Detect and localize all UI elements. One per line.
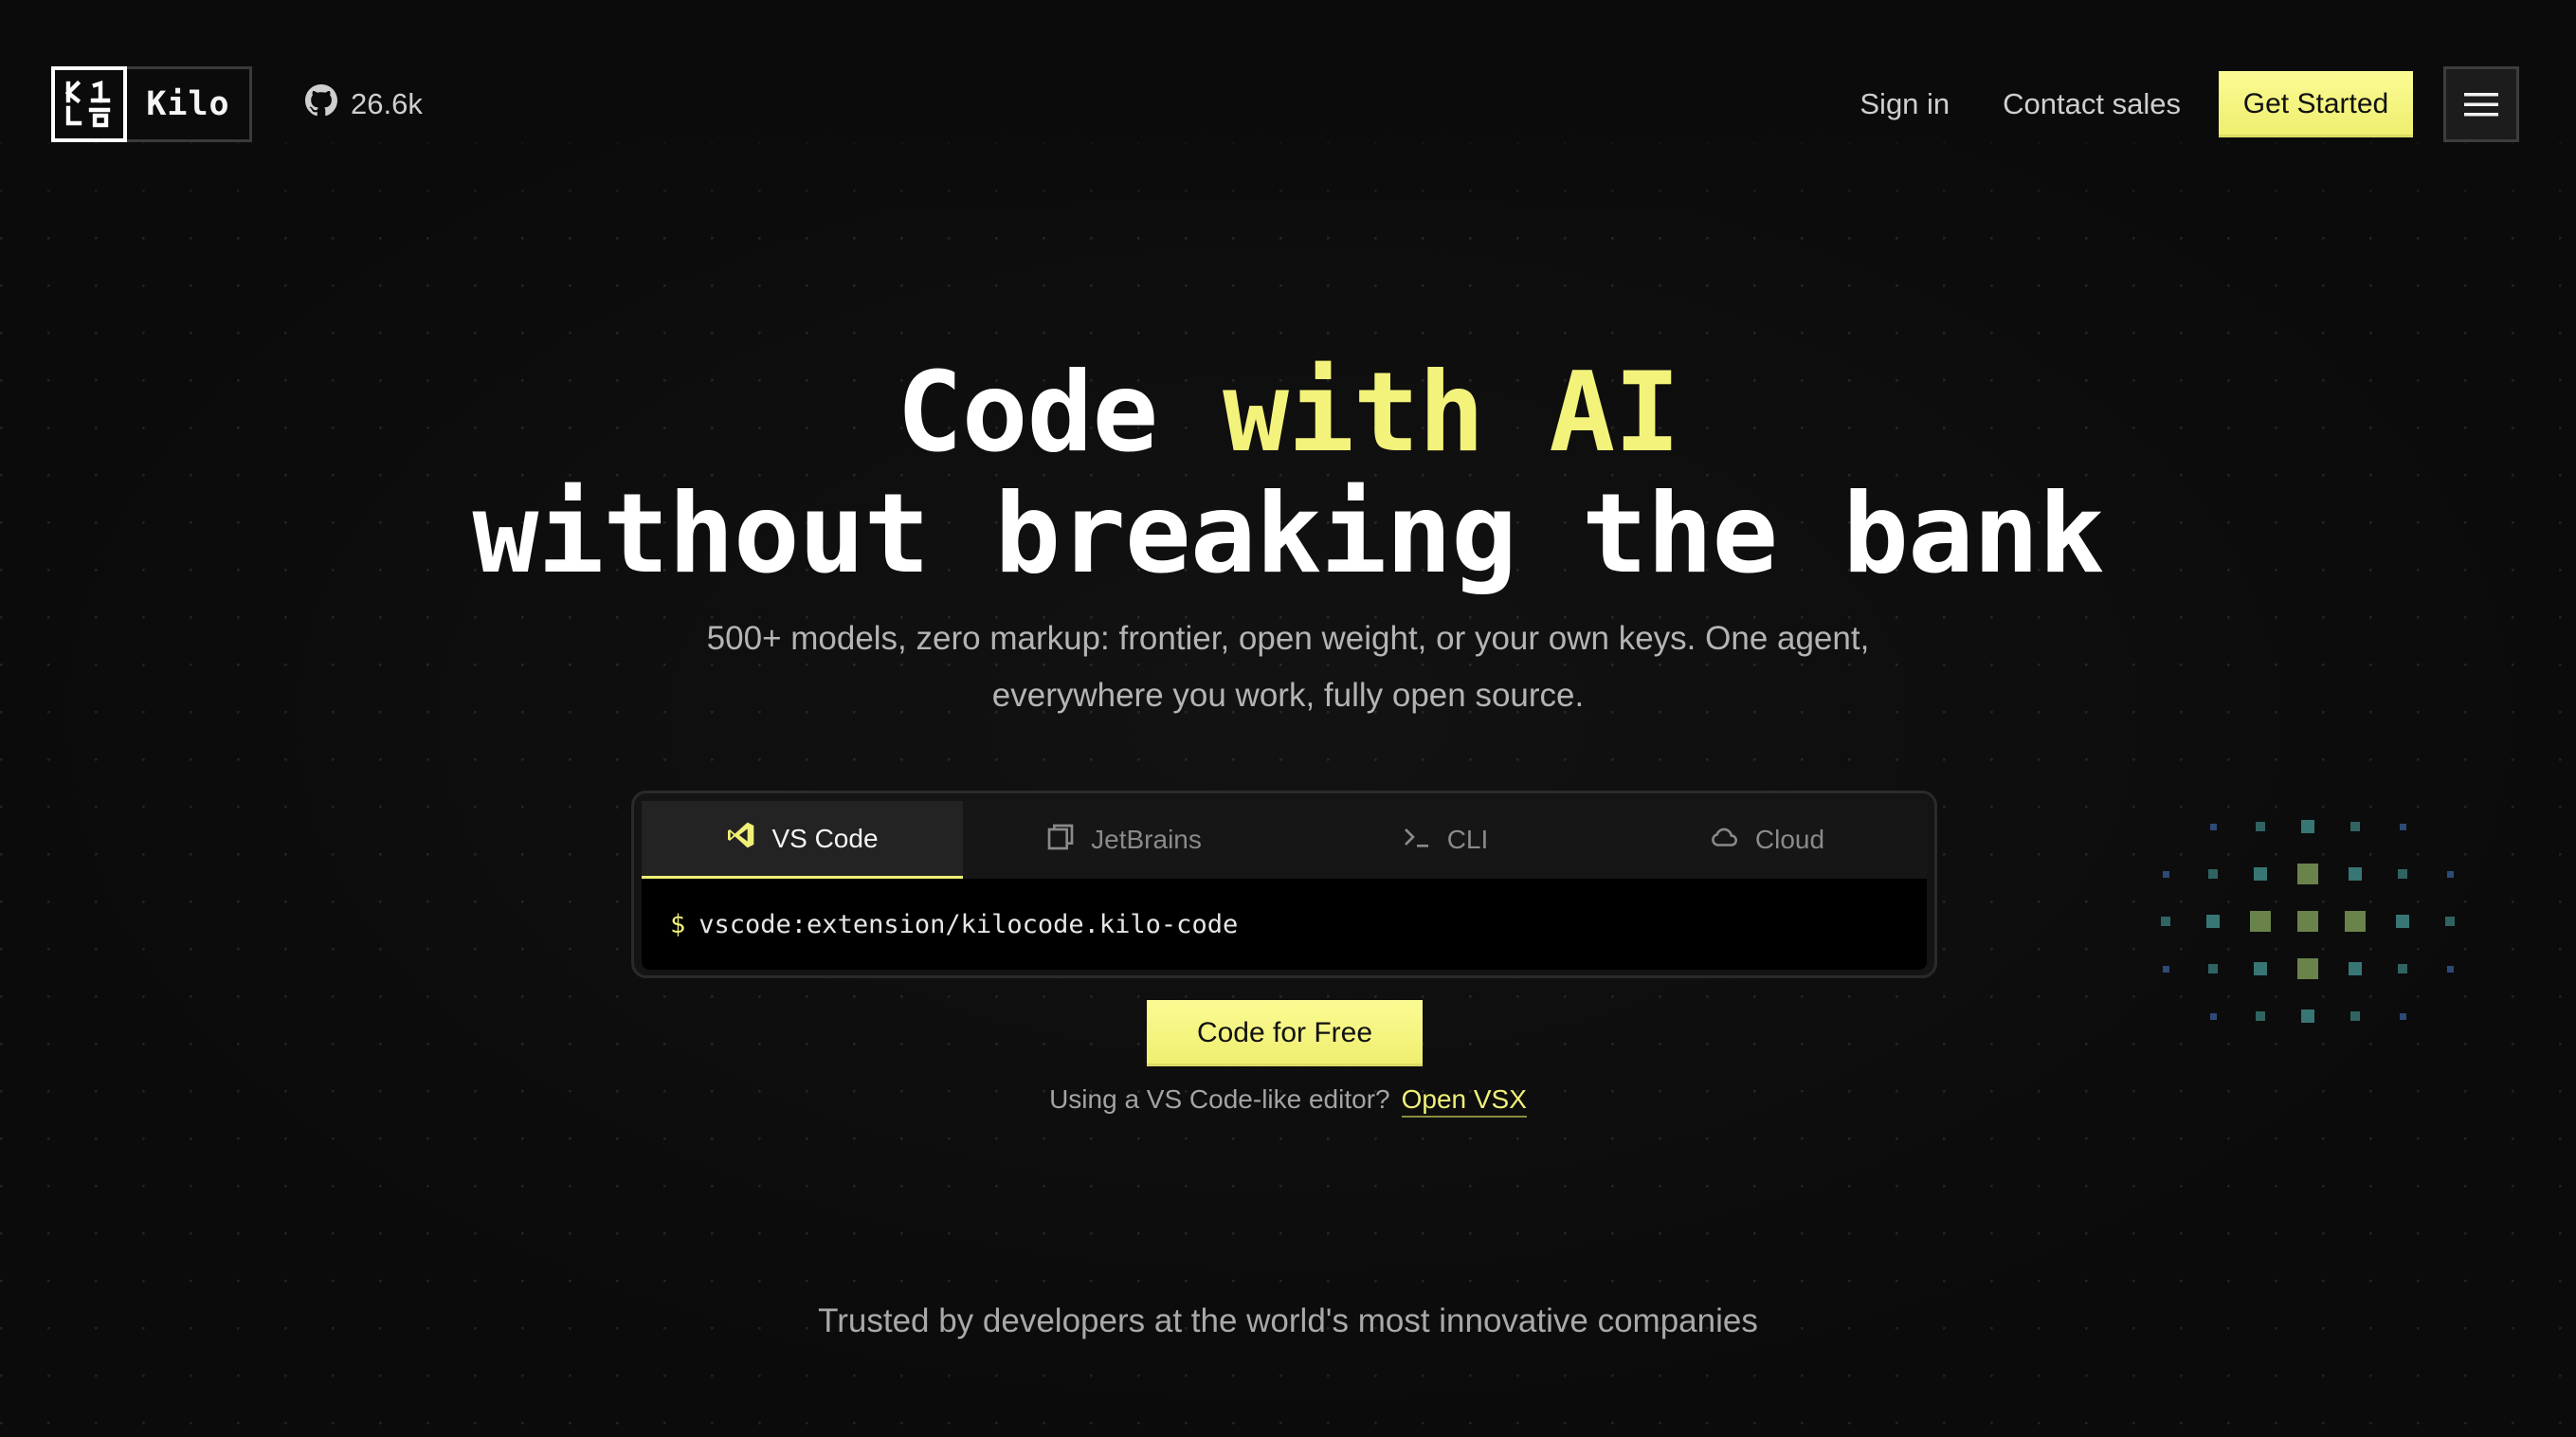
command-prompt: $ xyxy=(670,909,686,939)
cloud-icon xyxy=(1708,821,1740,860)
nav-actions: Sign in Contact sales Get Started xyxy=(1806,66,2519,142)
install-command[interactable]: $ vscode:extension/kilocode.kilo-code xyxy=(642,879,1927,970)
command-text: vscode:extension/kilocode.kilo-code xyxy=(698,909,1239,939)
cluster-dot xyxy=(2254,867,2267,881)
cluster-dot xyxy=(2297,911,2318,932)
github-stars-count: 26.6k xyxy=(351,87,423,120)
cluster-dot xyxy=(2162,965,2169,973)
github-stars-link[interactable]: 26.6k xyxy=(305,84,423,124)
hamburger-icon xyxy=(2464,93,2498,117)
cluster-dot xyxy=(2398,964,2407,973)
code-for-free-button[interactable]: Code for Free xyxy=(1147,1000,1423,1066)
cluster-dot xyxy=(2209,1012,2217,1020)
hero-subtitle: 500+ models, zero markup: frontier, open… xyxy=(0,610,2576,724)
kilo-logo-icon xyxy=(51,66,127,142)
hero-title-accent: with AI xyxy=(1223,349,1680,477)
cluster-dot xyxy=(2446,870,2454,878)
hero-title: Code with AI without breaking the bank xyxy=(0,353,2576,595)
cluster-dot xyxy=(2208,869,2218,879)
cluster-dot xyxy=(2301,1010,2314,1023)
cluster-dot xyxy=(2297,958,2318,979)
decorative-dot-cluster xyxy=(2151,817,2464,1073)
jetbrains-icon xyxy=(1045,822,1076,859)
tab-vscode-label: VS Code xyxy=(771,823,879,853)
terminal-icon xyxy=(1402,822,1432,859)
cluster-dot xyxy=(2162,870,2169,878)
open-vsx-prompt: Using a VS Code-like editor? xyxy=(1049,1084,1390,1114)
menu-button[interactable] xyxy=(2443,66,2519,142)
cluster-dot xyxy=(2349,867,2362,881)
install-panel: VS Code JetBrains CLI Cloud $ vscode:ext… xyxy=(631,791,1937,978)
hero-subtitle-line2: everywhere you work, fully open source. xyxy=(991,677,1585,714)
hero-subtitle-line1: 500+ models, zero markup: frontier, open… xyxy=(706,620,1870,657)
top-nav: Kilo 26.6k Sign in Contact sales Get Sta… xyxy=(51,66,2519,142)
install-tabs: VS Code JetBrains CLI Cloud xyxy=(642,801,1927,879)
hero-title-line2: without breaking the bank xyxy=(472,470,2105,598)
github-icon xyxy=(305,84,337,124)
cluster-dot xyxy=(2161,917,2170,926)
tab-vscode[interactable]: VS Code xyxy=(642,801,963,879)
cluster-dot xyxy=(2256,822,2265,831)
page: Kilo 26.6k Sign in Contact sales Get Sta… xyxy=(0,0,2576,1437)
cluster-dot xyxy=(2399,823,2406,830)
cluster-dot xyxy=(2254,962,2267,975)
brand-logo[interactable]: Kilo xyxy=(51,66,252,142)
tab-cloud-label: Cloud xyxy=(1754,825,1825,854)
sign-in-link[interactable]: Sign in xyxy=(1859,87,1950,121)
cluster-dot xyxy=(2399,1012,2406,1020)
cluster-dot xyxy=(2250,911,2271,932)
hero-title-part1: Code xyxy=(896,349,1224,477)
cluster-dot xyxy=(2209,823,2217,830)
contact-sales-link[interactable]: Contact sales xyxy=(2003,87,2181,121)
get-started-button[interactable]: Get Started xyxy=(2219,71,2413,137)
cluster-dot xyxy=(2350,1011,2360,1021)
cluster-dot xyxy=(2345,911,2366,932)
cluster-dot xyxy=(2256,1011,2265,1021)
cluster-dot xyxy=(2297,864,2318,884)
tab-cli-label: CLI xyxy=(1446,825,1489,854)
cluster-dot xyxy=(2445,917,2455,926)
open-vsx-link[interactable]: Open VSX xyxy=(1401,1084,1527,1118)
cluster-dot xyxy=(2446,965,2454,973)
cluster-dot xyxy=(2349,962,2362,975)
brand-name: Kilo xyxy=(127,66,252,142)
tab-jetbrains[interactable]: JetBrains xyxy=(963,801,1284,879)
cluster-dot xyxy=(2301,820,2314,833)
cluster-dot xyxy=(2396,915,2409,928)
vscode-icon xyxy=(726,820,756,857)
cluster-dot xyxy=(2206,915,2220,928)
tab-cloud[interactable]: Cloud xyxy=(1605,801,1927,879)
cluster-dot xyxy=(2398,869,2407,879)
tab-cli[interactable]: CLI xyxy=(1284,801,1605,879)
cluster-dot xyxy=(2350,822,2360,831)
cluster-dot xyxy=(2208,964,2218,973)
tab-jetbrains-label: JetBrains xyxy=(1091,825,1202,854)
open-vsx-line: Using a VS Code-like editor? Open VSX xyxy=(0,1084,2576,1118)
trusted-by-heading: Trusted by developers at the world's mos… xyxy=(818,1302,1758,1339)
